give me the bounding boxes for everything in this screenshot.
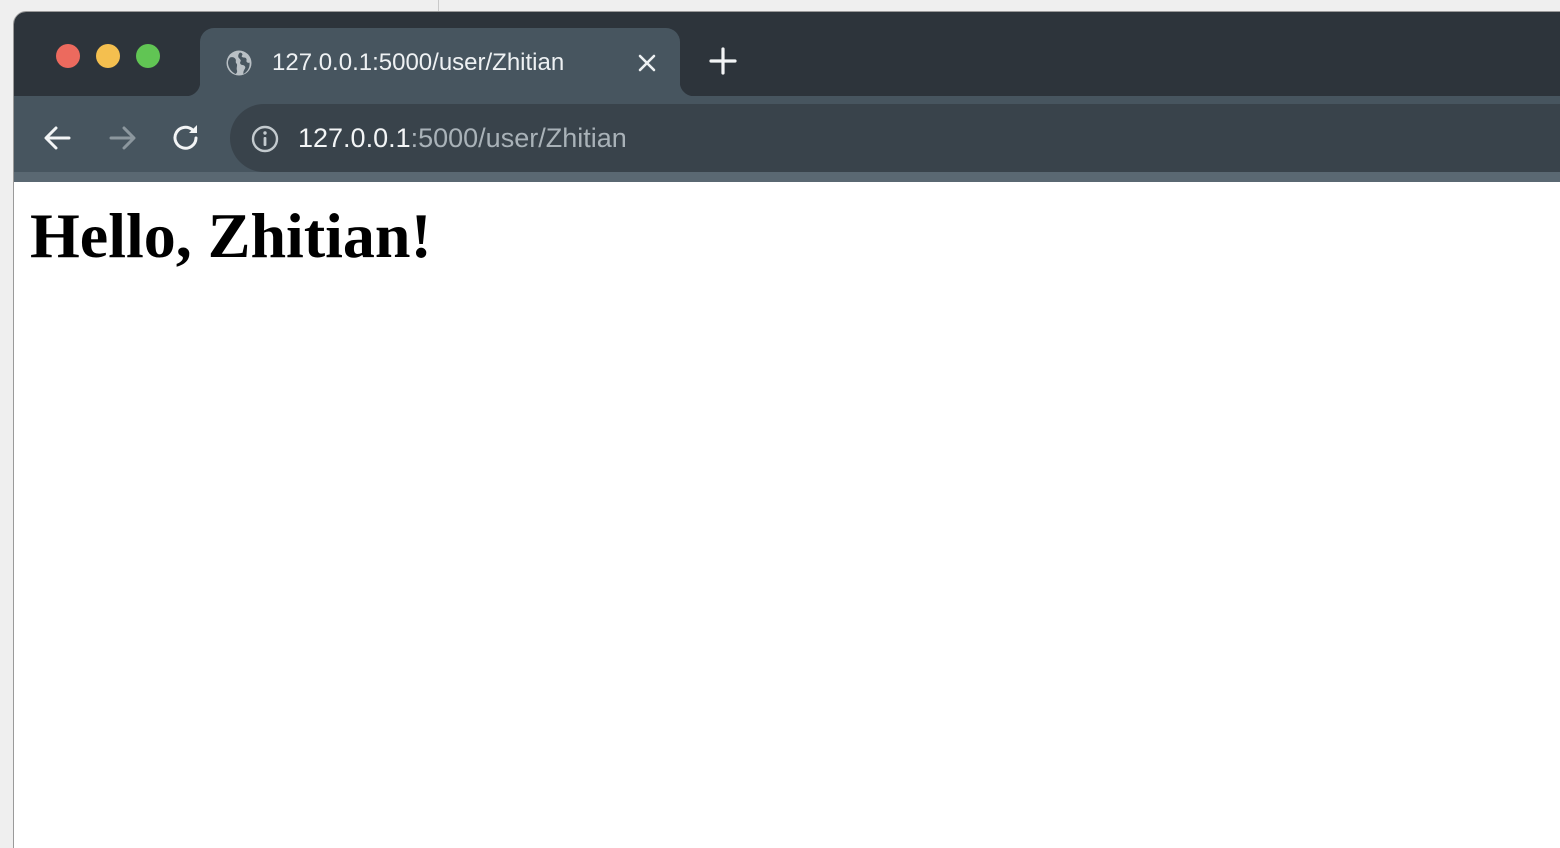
globe-icon [224, 48, 254, 78]
browser-toolbar: 127.0.0.1:5000/user/Zhitian [14, 96, 1560, 180]
arrow-right-icon[interactable] [104, 120, 140, 156]
info-icon[interactable] [250, 124, 280, 154]
tab-title: 127.0.0.1:5000/user/Zhitian [272, 49, 565, 76]
page-content: Hello, Zhitian! [14, 182, 1560, 848]
address-bar[interactable]: 127.0.0.1:5000/user/Zhitian [230, 104, 1560, 172]
url-path: :5000/user/Zhitian [410, 123, 627, 153]
reload-icon[interactable] [168, 120, 204, 156]
tab-active[interactable]: 127.0.0.1:5000/user/Zhitian [186, 28, 694, 96]
url-text: 127.0.0.1:5000/user/Zhitian [298, 122, 627, 154]
page-heading: Hello, Zhitian! [30, 200, 432, 271]
browser-window: 127.0.0.1:5000/user/Zhitian 127.0.0.1:50… [14, 12, 1560, 848]
tab-strip: 127.0.0.1:5000/user/Zhitian [14, 12, 1560, 96]
window-maximize-button[interactable] [136, 44, 160, 68]
arrow-left-icon[interactable] [40, 120, 76, 156]
background-divider [438, 0, 439, 12]
url-host: 127.0.0.1 [298, 123, 411, 153]
plus-icon[interactable] [708, 46, 738, 76]
window-minimize-button[interactable] [96, 44, 120, 68]
window-close-button[interactable] [56, 44, 80, 68]
close-icon[interactable] [634, 50, 660, 76]
toolbar-divider [14, 172, 1560, 182]
